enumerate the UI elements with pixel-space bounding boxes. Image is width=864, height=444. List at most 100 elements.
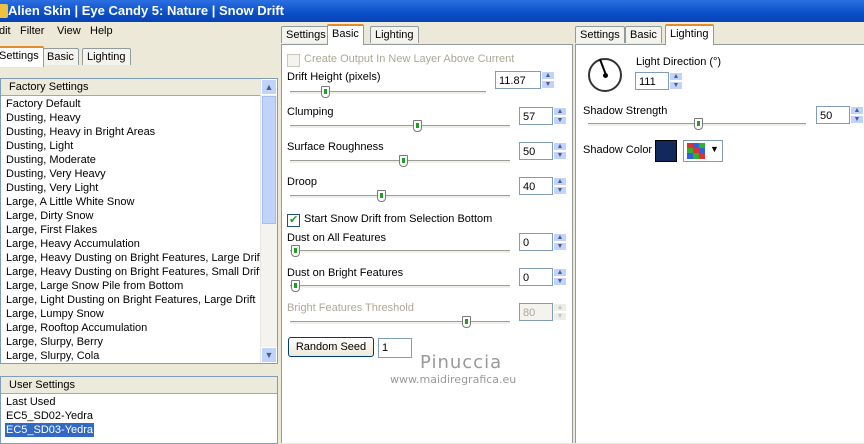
clumping-slider-track[interactable] bbox=[290, 125, 510, 129]
color-picker-button[interactable]: ▼ bbox=[683, 140, 723, 162]
list-item[interactable]: Dusting, Light bbox=[6, 139, 73, 153]
dust-all-slider-handle[interactable] bbox=[291, 245, 300, 257]
menu-help[interactable]: Help bbox=[90, 25, 113, 37]
menu-filter[interactable]: Filter bbox=[20, 25, 44, 37]
list-item[interactable]: Large, Rooftop Accumulation bbox=[6, 321, 147, 335]
spin-up-icon[interactable]: ▲ bbox=[553, 142, 567, 151]
spin-up-icon[interactable]: ▲ bbox=[553, 268, 567, 277]
bright-threshold-input[interactable]: 80 bbox=[519, 303, 553, 321]
surface-roughness-slider-handle[interactable] bbox=[399, 155, 408, 167]
menu-view[interactable]: View bbox=[57, 25, 81, 37]
tab-settings[interactable]: Settings bbox=[0, 46, 44, 67]
list-item[interactable]: Dusting, Very Heavy bbox=[6, 167, 106, 181]
list-item[interactable]: Large, Lumpy Snow bbox=[6, 307, 104, 321]
drift-height-slider-handle[interactable] bbox=[321, 86, 330, 98]
shadow-strength-input[interactable]: 50 bbox=[816, 106, 850, 124]
drift-height-label: Drift Height (pixels) bbox=[287, 71, 381, 83]
list-item[interactable]: Factory Default bbox=[6, 97, 81, 111]
menu-edit[interactable]: dit bbox=[0, 25, 11, 37]
list-item[interactable]: EC5_SD02-Yedra bbox=[6, 409, 93, 423]
spin-down-icon[interactable]: ▼ bbox=[553, 312, 567, 321]
left-tab-strip: Settings Basic Lighting bbox=[0, 46, 280, 67]
random-seed-button[interactable]: Random Seed bbox=[288, 337, 374, 357]
list-item[interactable]: Dusting, Moderate bbox=[6, 153, 96, 167]
spin-down-icon[interactable]: ▼ bbox=[850, 115, 864, 124]
spin-down-icon[interactable]: ▼ bbox=[553, 277, 567, 286]
droop-slider-track[interactable] bbox=[290, 195, 510, 199]
scroll-up-icon[interactable]: ▲ bbox=[261, 79, 277, 95]
tab-lighting[interactable]: Lighting bbox=[370, 26, 419, 43]
list-item[interactable]: Large, Heavy Dusting on Bright Features,… bbox=[6, 251, 263, 265]
shadow-color-swatch[interactable] bbox=[655, 140, 677, 162]
bright-threshold-slider-track[interactable] bbox=[290, 321, 510, 325]
drift-height-stepper[interactable]: 11.87 ▲ ▼ bbox=[495, 71, 555, 91]
user-settings-list[interactable]: User Settings Last Used EC5_SD02-Yedra E… bbox=[0, 376, 278, 444]
dust-bright-slider-track[interactable] bbox=[290, 285, 510, 289]
list-item[interactable]: Last Used bbox=[6, 395, 56, 409]
list-item[interactable]: Large, Large Snow Pile from Bottom bbox=[6, 279, 183, 293]
drift-height-slider-track[interactable] bbox=[290, 91, 486, 95]
light-direction-dial[interactable] bbox=[588, 58, 622, 92]
list-item[interactable]: Large, Dirty Snow bbox=[6, 209, 93, 223]
list-item[interactable]: Dusting, Heavy in Bright Areas bbox=[6, 125, 155, 139]
light-direction-stepper[interactable]: 111 ▲ ▼ bbox=[635, 72, 683, 92]
shadow-strength-stepper[interactable]: 50 ▲ ▼ bbox=[816, 106, 864, 126]
tab-settings[interactable]: Settings bbox=[281, 26, 331, 43]
dust-bright-input[interactable]: 0 bbox=[519, 268, 553, 286]
spin-down-icon[interactable]: ▼ bbox=[669, 81, 683, 90]
spin-up-icon[interactable]: ▲ bbox=[553, 177, 567, 186]
surface-roughness-stepper[interactable]: 50 ▲ ▼ bbox=[519, 142, 567, 162]
spin-up-icon[interactable]: ▲ bbox=[850, 106, 864, 115]
list-item[interactable]: Large, Heavy Accumulation bbox=[6, 237, 140, 251]
dust-all-input[interactable]: 0 bbox=[519, 233, 553, 251]
scroll-down-icon[interactable]: ▼ bbox=[261, 347, 277, 363]
list-item[interactable]: Large, Light Dusting on Bright Features,… bbox=[6, 293, 255, 307]
spin-up-icon[interactable]: ▲ bbox=[553, 107, 567, 116]
tab-settings[interactable]: Settings bbox=[575, 26, 625, 43]
tab-basic[interactable]: Basic bbox=[625, 26, 662, 43]
factory-list-scrollbar[interactable]: ▲ ▼ bbox=[260, 79, 277, 363]
bright-threshold-slider-handle[interactable] bbox=[462, 316, 471, 328]
clumping-input[interactable]: 57 bbox=[519, 107, 553, 125]
dust-all-slider-track[interactable] bbox=[290, 250, 510, 254]
list-item-selected[interactable]: EC5_SD03-Yedra bbox=[3, 422, 96, 438]
factory-settings-list[interactable]: Factory Settings Factory Default Dusting… bbox=[0, 78, 278, 364]
list-item[interactable]: Dusting, Heavy bbox=[6, 111, 81, 125]
tab-basic[interactable]: Basic bbox=[327, 24, 364, 45]
surface-roughness-input[interactable]: 50 bbox=[519, 142, 553, 160]
drift-height-input[interactable]: 11.87 bbox=[495, 71, 541, 89]
tab-basic[interactable]: Basic bbox=[42, 48, 79, 65]
random-seed-input[interactable]: 1 bbox=[378, 338, 412, 358]
dust-all-stepper[interactable]: 0 ▲ ▼ bbox=[519, 233, 567, 253]
tab-lighting[interactable]: Lighting bbox=[665, 24, 714, 45]
dust-bright-slider-handle[interactable] bbox=[291, 280, 300, 292]
spin-up-icon[interactable]: ▲ bbox=[553, 303, 567, 312]
list-item[interactable]: Large, Slurpy, Berry bbox=[6, 335, 103, 349]
spin-down-icon[interactable]: ▼ bbox=[553, 242, 567, 251]
droop-input[interactable]: 40 bbox=[519, 177, 553, 195]
dust-bright-stepper[interactable]: 0 ▲ ▼ bbox=[519, 268, 567, 288]
shadow-strength-slider-handle[interactable] bbox=[694, 118, 703, 130]
bright-threshold-stepper[interactable]: 80 ▲ ▼ bbox=[519, 303, 567, 323]
clumping-stepper[interactable]: 57 ▲ ▼ bbox=[519, 107, 567, 127]
spin-up-icon[interactable]: ▲ bbox=[541, 71, 555, 80]
spin-up-icon[interactable]: ▲ bbox=[553, 233, 567, 242]
list-item[interactable]: Dusting, Very Light bbox=[6, 181, 98, 195]
list-item[interactable]: Large, Slurpy, Cola bbox=[6, 349, 99, 363]
list-item[interactable]: Large, First Flakes bbox=[6, 223, 97, 237]
droop-slider-handle[interactable] bbox=[377, 190, 386, 202]
scroll-thumb[interactable] bbox=[262, 96, 276, 224]
spin-down-icon[interactable]: ▼ bbox=[541, 80, 555, 89]
spin-down-icon[interactable]: ▼ bbox=[553, 186, 567, 195]
create-output-checkbox[interactable] bbox=[287, 54, 300, 67]
list-item[interactable]: Large, A Little White Snow bbox=[6, 195, 134, 209]
spin-down-icon[interactable]: ▼ bbox=[553, 151, 567, 160]
droop-stepper[interactable]: 40 ▲ ▼ bbox=[519, 177, 567, 197]
light-direction-input[interactable]: 111 bbox=[635, 72, 669, 90]
spin-up-icon[interactable]: ▲ bbox=[669, 72, 683, 81]
list-item[interactable]: Large, Heavy Dusting on Bright Features,… bbox=[6, 265, 262, 279]
tab-lighting[interactable]: Lighting bbox=[82, 48, 131, 65]
start-from-selection-checkbox[interactable] bbox=[287, 213, 300, 227]
spin-down-icon[interactable]: ▼ bbox=[553, 116, 567, 125]
clumping-slider-handle[interactable] bbox=[413, 120, 422, 132]
